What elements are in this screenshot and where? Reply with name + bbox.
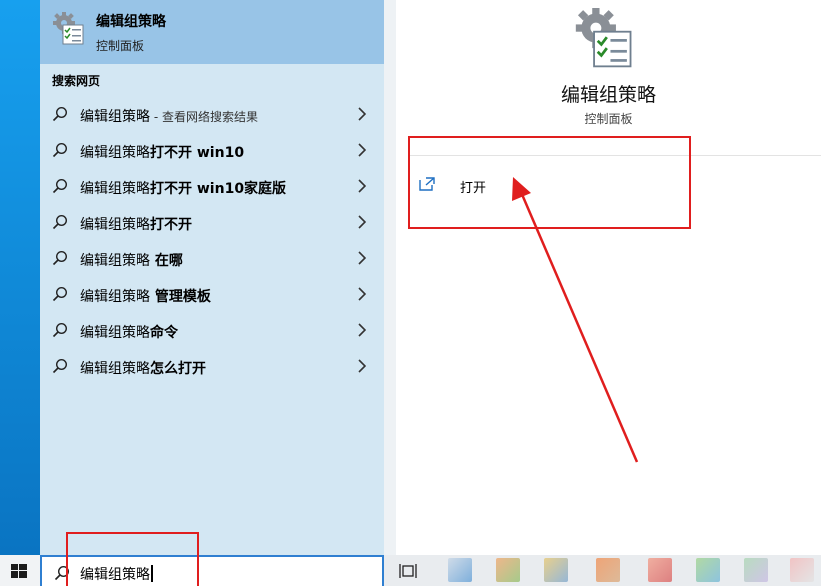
taskbar-app-icon[interactable] <box>744 558 768 582</box>
group-policy-icon <box>53 12 84 45</box>
windows-logo-icon <box>11 564 27 578</box>
web-result-label: 编辑组策略打不开 <box>80 217 192 233</box>
web-result-label: 编辑组策略 - 查看网络搜索结果 <box>80 109 258 125</box>
start-button[interactable] <box>0 555 40 586</box>
web-result-label: 编辑组策略打不开 win10家庭版 <box>80 181 287 197</box>
chevron-right-icon[interactable] <box>358 215 366 229</box>
detail-subtitle: 控制面板 <box>584 112 633 126</box>
chevron-right-icon[interactable] <box>358 179 366 193</box>
best-match-subtitle: 控制面板 <box>96 39 145 53</box>
search-icon <box>52 106 68 122</box>
chevron-right-icon[interactable] <box>358 359 366 373</box>
taskbar-app-icon[interactable] <box>696 558 720 582</box>
taskbar-app-icon[interactable] <box>790 558 814 582</box>
web-result-item[interactable]: 编辑组策略 在哪 <box>40 240 384 276</box>
chevron-right-icon[interactable] <box>358 143 366 157</box>
search-icon <box>52 322 68 338</box>
web-result-item[interactable]: 编辑组策略打不开 <box>40 204 384 240</box>
taskbar-app-icon[interactable] <box>544 558 568 582</box>
group-policy-icon <box>575 8 632 68</box>
taskbar-app-icon[interactable] <box>596 558 620 582</box>
search-icon <box>52 286 68 302</box>
web-result-label: 编辑组策略怎么打开 <box>80 361 206 377</box>
web-result-item[interactable]: 编辑组策略 管理模板 <box>40 276 384 312</box>
desktop-background <box>0 0 40 555</box>
chevron-right-icon[interactable] <box>358 251 366 265</box>
chevron-right-icon[interactable] <box>358 107 366 121</box>
chevron-right-icon[interactable] <box>358 323 366 337</box>
web-results-list: 编辑组策略 - 查看网络搜索结果 编辑组策略打不开 win10 编辑组策略打不开… <box>40 96 384 384</box>
search-results-panel: 编辑组策略 控制面板 搜索网页 编辑组策略 - 查看网络搜索结果 编辑组策略打不… <box>40 0 384 555</box>
web-result-item[interactable]: 编辑组策略命令 <box>40 312 384 348</box>
taskbar-app-icon[interactable] <box>448 558 472 582</box>
detail-panel: 编辑组策略 控制面板 打开 <box>384 0 821 555</box>
task-view-icon[interactable] <box>399 563 417 579</box>
detail-title: 编辑组策略 <box>560 84 656 106</box>
web-result-label: 编辑组策略命令 <box>80 325 178 341</box>
web-result-item[interactable]: 编辑组策略怎么打开 <box>40 348 384 384</box>
search-icon <box>52 142 68 158</box>
chevron-right-icon[interactable] <box>358 287 366 301</box>
web-result-item[interactable]: 编辑组策略打不开 win10家庭版 <box>40 168 384 204</box>
web-result-label: 编辑组策略 在哪 <box>80 253 183 269</box>
best-match-result[interactable]: 编辑组策略 控制面板 <box>40 0 384 64</box>
search-icon <box>52 250 68 266</box>
web-result-label: 编辑组策略打不开 win10 <box>80 145 245 161</box>
taskbar-app-icon[interactable] <box>496 558 520 582</box>
annotation-box-open <box>408 136 691 229</box>
best-match-title: 编辑组策略 <box>96 14 166 30</box>
search-icon <box>52 358 68 374</box>
web-result-item[interactable]: 编辑组策略打不开 win10 <box>40 132 384 168</box>
web-result-item[interactable]: 编辑组策略 - 查看网络搜索结果 <box>40 96 384 132</box>
web-section-title: 搜索网页 <box>52 74 101 88</box>
taskbar-app-icon[interactable] <box>648 558 672 582</box>
annotation-box-search <box>66 532 199 586</box>
detail-card: 编辑组策略 控制面板 打开 <box>396 0 821 555</box>
search-icon <box>52 214 68 230</box>
web-result-label: 编辑组策略 管理模板 <box>80 289 211 305</box>
search-icon <box>52 178 68 194</box>
